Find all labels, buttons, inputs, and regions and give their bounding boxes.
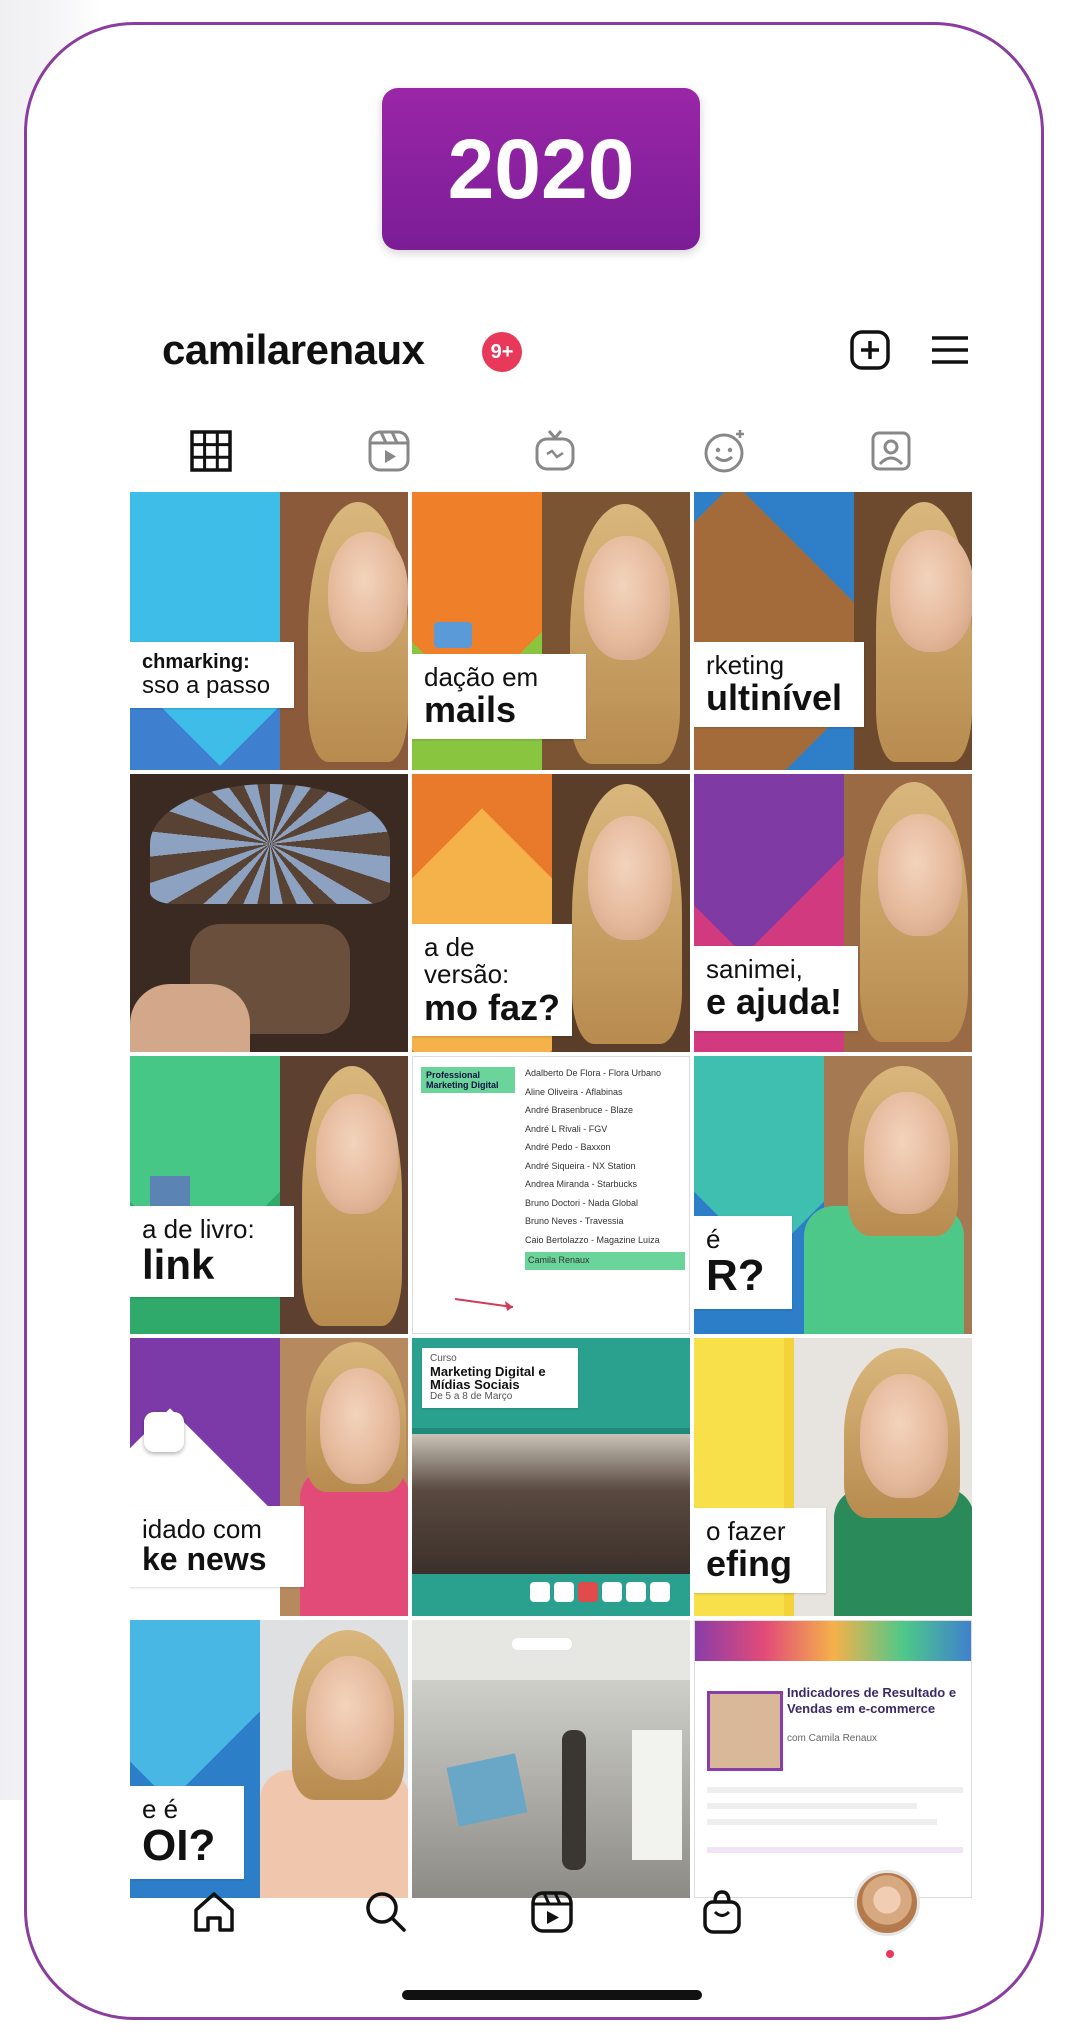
post-tile[interactable]: o fazer efing [694, 1338, 972, 1616]
posts-grid: chmarking: sso a passo dação em mails rk… [130, 492, 972, 1898]
shopping-bag-icon [703, 1890, 741, 1934]
grid-icon [190, 430, 232, 472]
post-tile[interactable] [130, 774, 408, 1052]
search-icon [366, 1892, 406, 1932]
post-tile[interactable]: rketing ultinível [694, 492, 972, 770]
arrow-icon [454, 1298, 514, 1311]
post-tile[interactable]: a de livro: link [130, 1056, 408, 1334]
year-badge: 2020 [382, 88, 700, 250]
plus-square-icon[interactable] [842, 322, 898, 378]
profile-username[interactable]: camilarenaux [162, 326, 425, 374]
nav-reels[interactable] [522, 1882, 582, 1942]
nav-profile[interactable] [854, 1870, 926, 1958]
post-tile[interactable]: é R? [694, 1056, 972, 1334]
tab-effects[interactable] [692, 418, 758, 484]
post-tile[interactable]: e é OI? [130, 1620, 408, 1898]
reels-icon [531, 1891, 573, 1933]
tab-grid[interactable] [178, 418, 244, 484]
post-tile[interactable]: sanimei, e ajuda! [694, 774, 972, 1052]
post-tile[interactable]: a de versão: mo faz? [412, 774, 690, 1052]
doc-name-list: Adalberto De Flora - Flora Urbano Aline … [525, 1067, 685, 1275]
bottom-nav [130, 1862, 972, 1962]
post-tile[interactable]: Curso Marketing Digital e Mídias Sociais… [412, 1338, 690, 1616]
nav-shop[interactable] [692, 1882, 752, 1942]
nav-home[interactable] [184, 1882, 244, 1942]
profile-tabs [130, 418, 975, 484]
home-indicator[interactable] [402, 1990, 702, 2000]
tab-reels[interactable] [356, 418, 422, 484]
avatar [854, 1870, 920, 1936]
tab-tagged[interactable] [858, 418, 924, 484]
post-tile[interactable]: dação em mails [412, 492, 690, 770]
profile-header: camilarenaux 9+ [162, 318, 968, 388]
tab-igtv[interactable] [522, 418, 588, 484]
post-tile[interactable]: Professional Marketing Digital Adalberto… [412, 1056, 690, 1334]
post-tile[interactable]: Indicadores de Resultado e Vendas em e-c… [694, 1620, 972, 1898]
post-tile[interactable]: idado com ke news [130, 1338, 408, 1616]
home-icon [194, 1892, 234, 1932]
post-tile[interactable] [412, 1620, 690, 1898]
notification-badge[interactable]: 9+ [482, 332, 522, 372]
tagged-icon [871, 431, 911, 471]
nav-search[interactable] [356, 1882, 416, 1942]
activity-dot [886, 1950, 894, 1958]
hamburger-menu-icon[interactable] [922, 322, 978, 378]
effects-icon [704, 430, 744, 473]
reels-icon [368, 430, 410, 472]
igtv-icon [535, 430, 575, 471]
post-tile[interactable]: chmarking: sso a passo [130, 492, 408, 770]
